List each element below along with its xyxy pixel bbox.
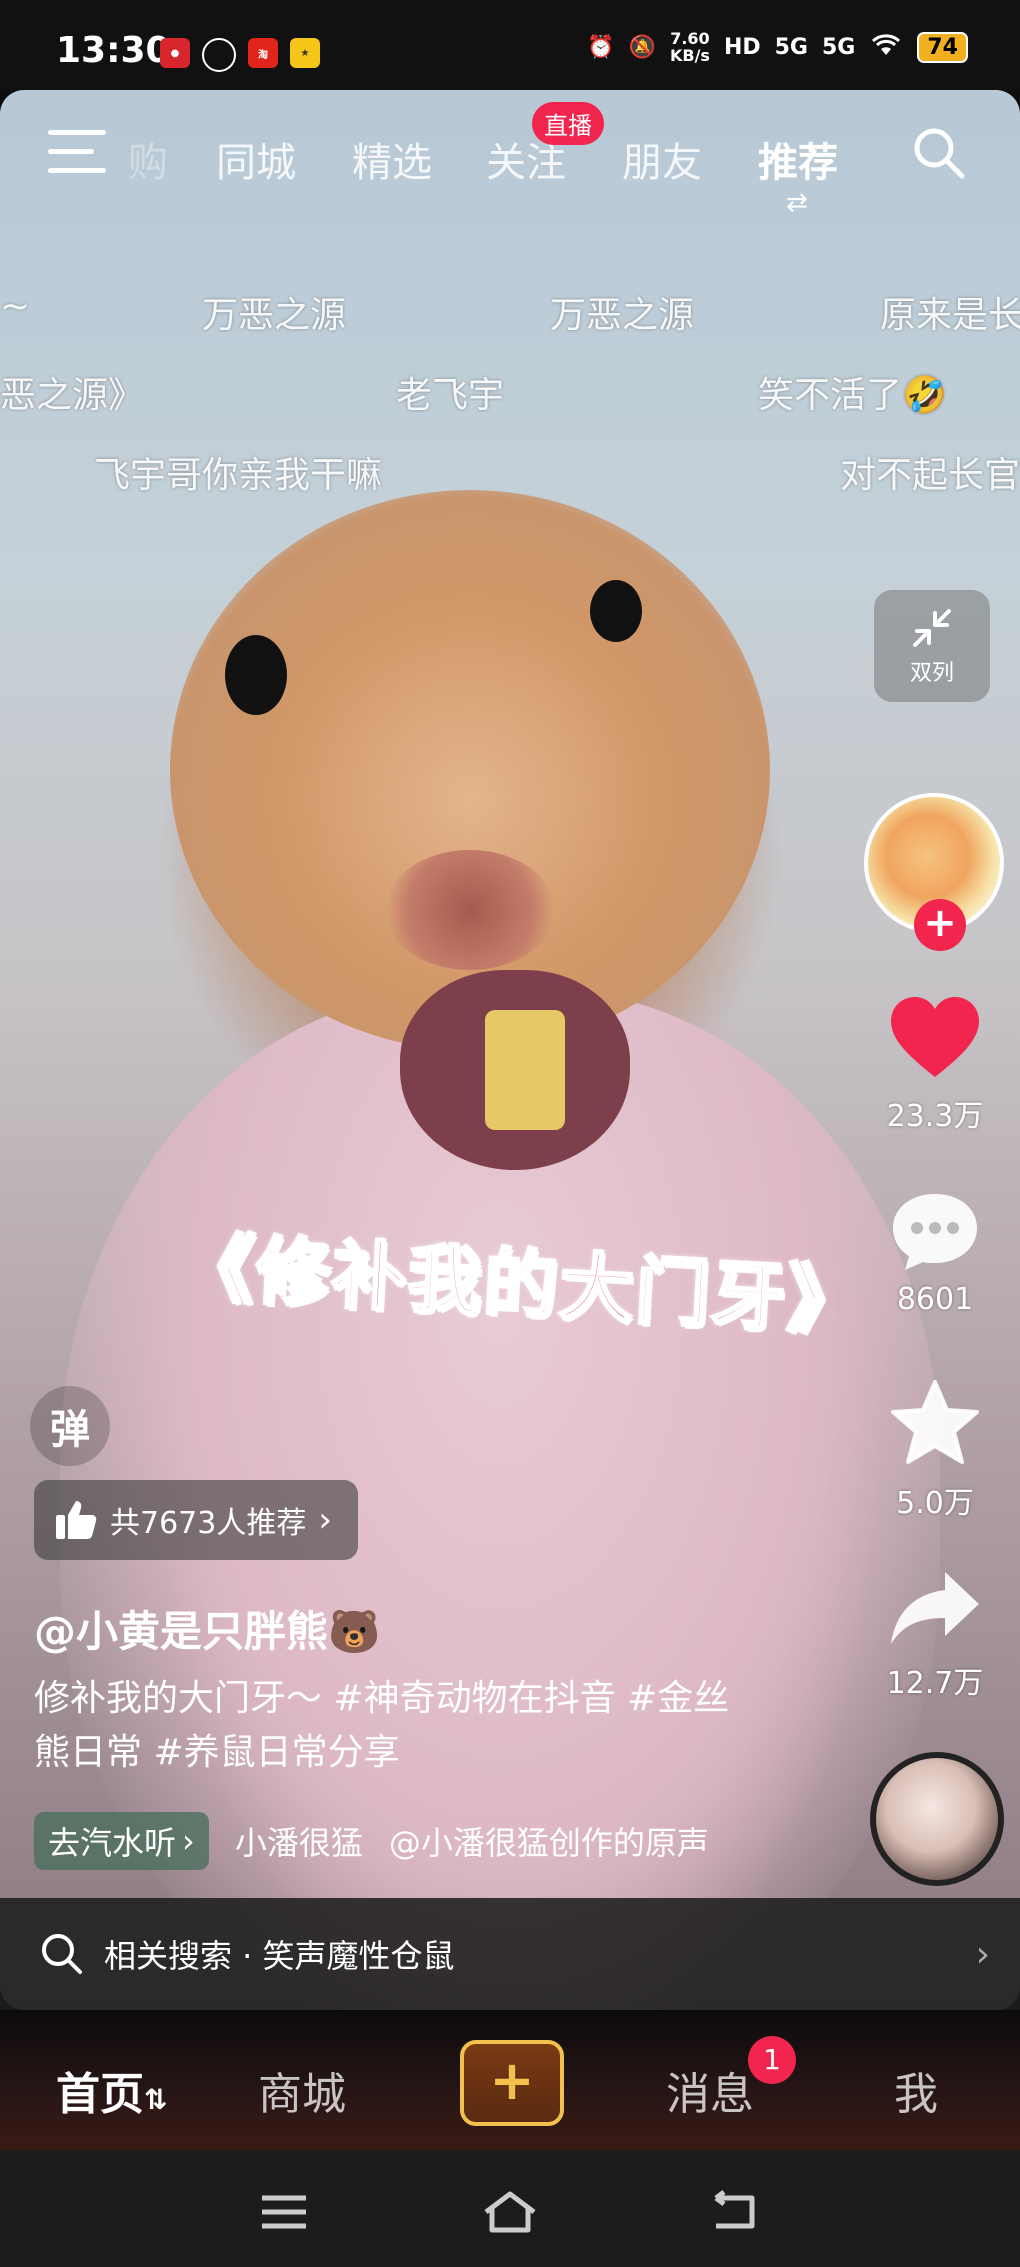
hamster-teeth <box>485 1010 565 1130</box>
favorite-count: 5.0万 <box>896 1486 974 1521</box>
mute-icon: 🔕 <box>628 34 656 60</box>
music-disc-avatar[interactable] <box>870 1752 1004 1886</box>
app-notification-icon <box>202 38 236 72</box>
chevron-right-icon: › <box>975 1933 990 1975</box>
like-action[interactable]: 23.3万 <box>880 995 990 1135</box>
share-arrow-icon[interactable] <box>887 1568 983 1648</box>
refresh-arrows-icon: ⇅ <box>144 2083 168 2116</box>
danmaku-toggle-button[interactable]: 弹 <box>30 1386 110 1466</box>
author-name[interactable]: @小黄是只胖熊🐻 <box>34 1598 380 1659</box>
comment-bubble-icon[interactable] <box>887 1190 983 1272</box>
hd-icon: HD <box>723 34 761 60</box>
bottom-tab-bar: 首页⇅ 商城 + 消息 1 我 <box>0 2010 1020 2150</box>
danmaku-comment: ~ <box>0 286 31 327</box>
star-icon[interactable] <box>887 1378 983 1468</box>
back-icon[interactable] <box>706 2190 766 2234</box>
hamster-eye <box>225 635 287 715</box>
author-avatar[interactable]: + <box>864 793 1004 951</box>
status-time: 13:30 <box>56 30 171 71</box>
status-bar: 13:30 ● 淘 ★ ⏰ 🔕 7.60 KB/s HD 5G 5G 74 <box>0 0 1020 90</box>
recommend-count-text: 共7673人推荐 <box>110 1506 307 1541</box>
tab-me[interactable]: 我 <box>894 2058 938 2122</box>
like-count: 23.3万 <box>886 1099 984 1134</box>
chevron-right-icon: › <box>182 1822 195 1860</box>
hamster-eye <box>590 580 642 642</box>
dual-column-button[interactable]: 双列 <box>874 590 990 702</box>
heart-icon[interactable] <box>887 995 983 1081</box>
comment-count: 8601 <box>896 1282 974 1317</box>
tab-featured[interactable]: 精选 <box>352 130 432 188</box>
home-icon[interactable] <box>480 2190 540 2234</box>
chevron-right-icon: › <box>318 1500 332 1540</box>
share-count: 12.7万 <box>886 1666 984 1701</box>
message-count-badge: 1 <box>748 2036 796 2084</box>
search-icon[interactable] <box>912 126 966 180</box>
video-description[interactable]: 修补我的大门牙～ #神奇动物在抖音 #金丝熊日常 #养鼠日常分享 <box>34 1672 754 1780</box>
tab-mall[interactable]: 商城 <box>258 2058 346 2122</box>
danmaku-comment: 对不起长官 <box>840 455 1020 496</box>
signal-icon: 5G <box>774 34 808 60</box>
hamster-nose <box>385 850 555 970</box>
tab-local[interactable]: 同城 <box>216 130 296 188</box>
danmaku-comment: 老飞宇 <box>396 375 505 416</box>
music-title[interactable]: @小潘很猛创作的原声 <box>389 1818 709 1864</box>
app-notification-icon: ★ <box>290 38 320 68</box>
menu-icon[interactable] <box>254 2190 314 2234</box>
danmaku-comment: 万恶之源 <box>550 295 695 336</box>
danmaku-comment: 原来是长 <box>880 295 1020 336</box>
system-navigation-bar <box>0 2150 1020 2267</box>
tab-cut[interactable]: 购 <box>128 130 168 188</box>
music-row: 去汽水听 › 小潘很猛 @小潘很猛创作的原声 <box>34 1812 709 1870</box>
follow-plus-button[interactable]: + <box>914 899 966 951</box>
qishui-listen-button[interactable]: 去汽水听 › <box>34 1812 209 1870</box>
dual-column-label: 双列 <box>909 661 954 686</box>
thumbs-up-icon <box>56 1501 97 1539</box>
related-search-bar[interactable]: 相关搜索 · 笑声魔性仓鼠 › <box>0 1898 1020 2010</box>
app-notification-icon: ● <box>160 38 190 68</box>
signal-icon: 5G <box>822 34 856 60</box>
share-action[interactable]: 12.7万 <box>880 1568 990 1702</box>
top-nav: 购 同城 精选 关注 直播 朋友 推荐 ⇄ <box>0 90 1020 220</box>
switch-arrows-icon[interactable]: ⇄ <box>786 188 808 218</box>
collapse-arrows-icon <box>913 609 951 647</box>
danmaku-comment: 恶之源》 <box>0 375 145 416</box>
tab-messages[interactable]: 消息 <box>666 2058 754 2122</box>
net-speed: 7.60 KB/s <box>669 29 710 65</box>
related-search-text: 相关搜索 · 笑声魔性仓鼠 <box>104 1937 455 1975</box>
music-artist[interactable]: 小潘很猛 <box>235 1818 363 1864</box>
tab-friends[interactable]: 朋友 <box>622 130 702 188</box>
notification-icons: ● 淘 ★ <box>160 38 320 72</box>
danmaku-comment: 飞宇哥你亲我干嘛 <box>94 455 383 496</box>
search-icon <box>42 1934 82 1974</box>
danmaku-comment: 万恶之源 <box>202 295 347 336</box>
battery-indicator: 74 <box>917 31 968 63</box>
menu-icon[interactable] <box>48 130 108 182</box>
favorite-action[interactable]: 5.0万 <box>880 1378 990 1522</box>
recommend-count-pill[interactable]: 共7673人推荐 › <box>34 1480 358 1560</box>
wifi-icon <box>869 31 903 63</box>
comment-action[interactable]: 8601 <box>880 1190 990 1317</box>
tab-home[interactable]: 首页⇅ <box>56 2058 167 2122</box>
status-indicators: ⏰ 🔕 7.60 KB/s HD 5G 5G 74 <box>587 30 968 64</box>
create-plus-button[interactable]: + <box>460 2040 564 2126</box>
tab-recommend[interactable]: 推荐 <box>758 130 838 188</box>
live-badge[interactable]: 直播 <box>532 102 604 145</box>
taobao-notification-icon: 淘 <box>248 38 278 68</box>
danmaku-comment: 笑不活了🤣 <box>758 375 947 416</box>
alarm-icon: ⏰ <box>587 34 615 60</box>
